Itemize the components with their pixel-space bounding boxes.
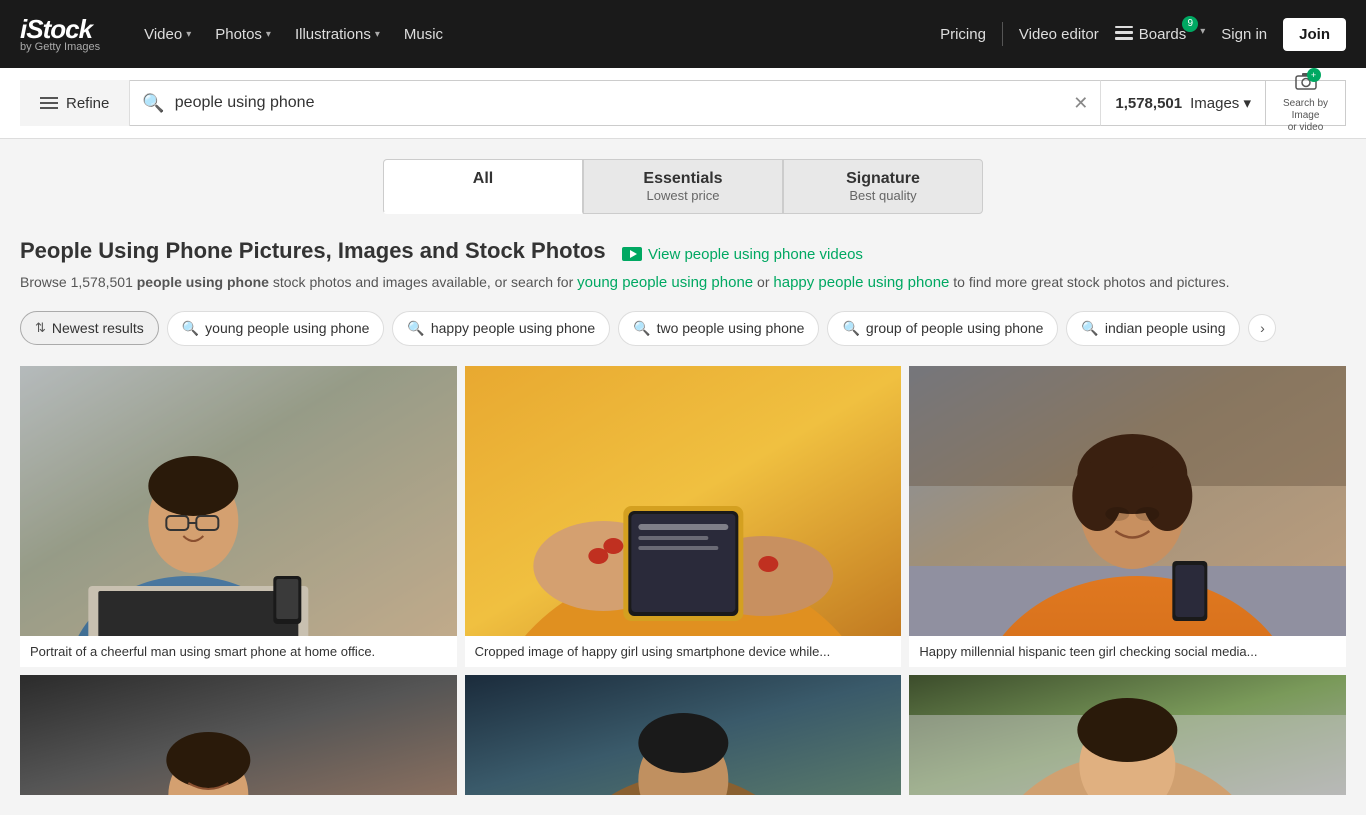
search-by-image-label: Search by Imageor video [1270,98,1341,134]
divider [1002,22,1003,46]
search-chip-icon: 🔍 [407,320,424,337]
image-card-1[interactable]: Portrait of a cheerful man using smart p… [20,366,457,667]
refine-button[interactable]: Refine [20,80,130,126]
results-type-label: Images ▾ [1190,94,1251,112]
image-caption-1: Portrait of a cheerful man using smart p… [20,636,457,667]
nav-music[interactable]: Music [394,18,453,51]
chevron-down-icon: ▾ [1243,95,1251,112]
tab-signature[interactable]: Signature Best quality [783,159,983,214]
image-5-preview [465,675,902,795]
page-title-area: People Using Phone Pictures, Images and … [20,238,1346,264]
chips-next-button[interactable]: › [1248,314,1276,342]
page-title: People Using Phone Pictures, Images and … [20,238,606,263]
chevron-down-icon: ▾ [375,29,380,40]
clear-search-icon[interactable]: ✕ [1073,93,1088,114]
browse-link-happy[interactable]: happy people using phone [773,272,949,295]
image-card-6[interactable] [909,675,1346,795]
image-4-preview [20,675,457,795]
search-chip-icon: 🔍 [1081,320,1098,337]
image-1 [20,366,457,636]
browse-link-young[interactable]: young people using phone [577,272,753,295]
image-card-2[interactable]: Cropped image of happy girl using smartp… [465,366,902,667]
sliders-icon: ⇅ [35,320,46,336]
search-chip-icon: 🔍 [842,320,859,337]
search-icon: 🔍 [142,93,164,114]
nav: Video ▾ Photos ▾ Illustrations ▾ Music [134,18,916,51]
video-editor-link[interactable]: Video editor [1019,26,1099,43]
image-card-4[interactable] [20,675,457,795]
suggestion-chips: ⇅ Newest results 🔍 young people using ph… [20,311,1346,346]
image-card-3[interactable]: Happy millennial hispanic teen girl chec… [909,366,1346,667]
nav-photos[interactable]: Photos ▾ [205,18,281,51]
image-grid: Portrait of a cheerful man using smart p… [20,366,1346,795]
image-card-5[interactable] [465,675,902,795]
chip-newest[interactable]: ⇅ Newest results [20,311,159,345]
chip-young[interactable]: 🔍 young people using phone [167,311,385,346]
sign-in-link[interactable]: Sign in [1221,26,1267,43]
chevron-down-icon: ▾ [186,29,191,40]
nav-illustrations[interactable]: Illustrations ▾ [285,18,390,51]
video-camera-icon [622,247,642,261]
refine-icon [40,97,58,109]
image-caption-3: Happy millennial hispanic teen girl chec… [909,636,1346,667]
join-button[interactable]: Join [1283,18,1346,51]
image-6-preview [909,675,1346,795]
tab-essentials[interactable]: Essentials Lowest price [583,159,783,214]
camera-icon: + [1295,72,1317,96]
filter-tabs: All Essentials Lowest price Signature Be… [20,159,1346,214]
chip-group[interactable]: 🔍 group of people using phone [827,311,1058,346]
search-input-wrap: 🔍 ✕ [130,80,1100,126]
image-2 [465,366,902,636]
logo-main: iStock [20,16,100,42]
search-by-image-button[interactable]: + Search by Imageor video [1266,80,1346,126]
chip-indian[interactable]: 🔍 indian people using [1066,311,1240,346]
results-count[interactable]: 1,578,501 Images ▾ [1100,80,1266,126]
header: iStock by Getty Images Video ▾ Photos ▾ … [0,0,1366,68]
pricing-link[interactable]: Pricing [940,26,986,43]
logo-sub: by Getty Images [20,42,100,53]
header-right: Pricing Video editor Boards 9 ▾ Sign in … [940,18,1346,51]
search-input[interactable] [175,94,1063,112]
boards-icon [1115,26,1133,40]
search-chip-icon: 🔍 [182,320,199,337]
main-content: All Essentials Lowest price Signature Be… [0,139,1366,815]
chip-two[interactable]: 🔍 two people using phone [618,311,819,346]
search-bar: Refine 🔍 ✕ 1,578,501 Images ▾ + Search b… [0,68,1366,139]
nav-video[interactable]: Video ▾ [134,18,201,51]
logo[interactable]: iStock by Getty Images [20,16,100,53]
image-caption-2: Cropped image of happy girl using smartp… [465,636,902,667]
chip-happy[interactable]: 🔍 happy people using phone [392,311,610,346]
boards-link[interactable]: Boards 9 ▾ [1115,26,1206,43]
results-count-number: 1,578,501 [1115,95,1182,112]
tab-all[interactable]: All [383,159,583,214]
image-3 [909,366,1346,636]
browse-description: Browse 1,578,501 people using phone stoc… [20,272,1346,295]
search-chip-icon: 🔍 [633,320,650,337]
chevron-down-icon: ▾ [1200,26,1205,37]
view-videos-link[interactable]: View people using phone videos [622,246,863,263]
chevron-down-icon: ▾ [266,29,271,40]
